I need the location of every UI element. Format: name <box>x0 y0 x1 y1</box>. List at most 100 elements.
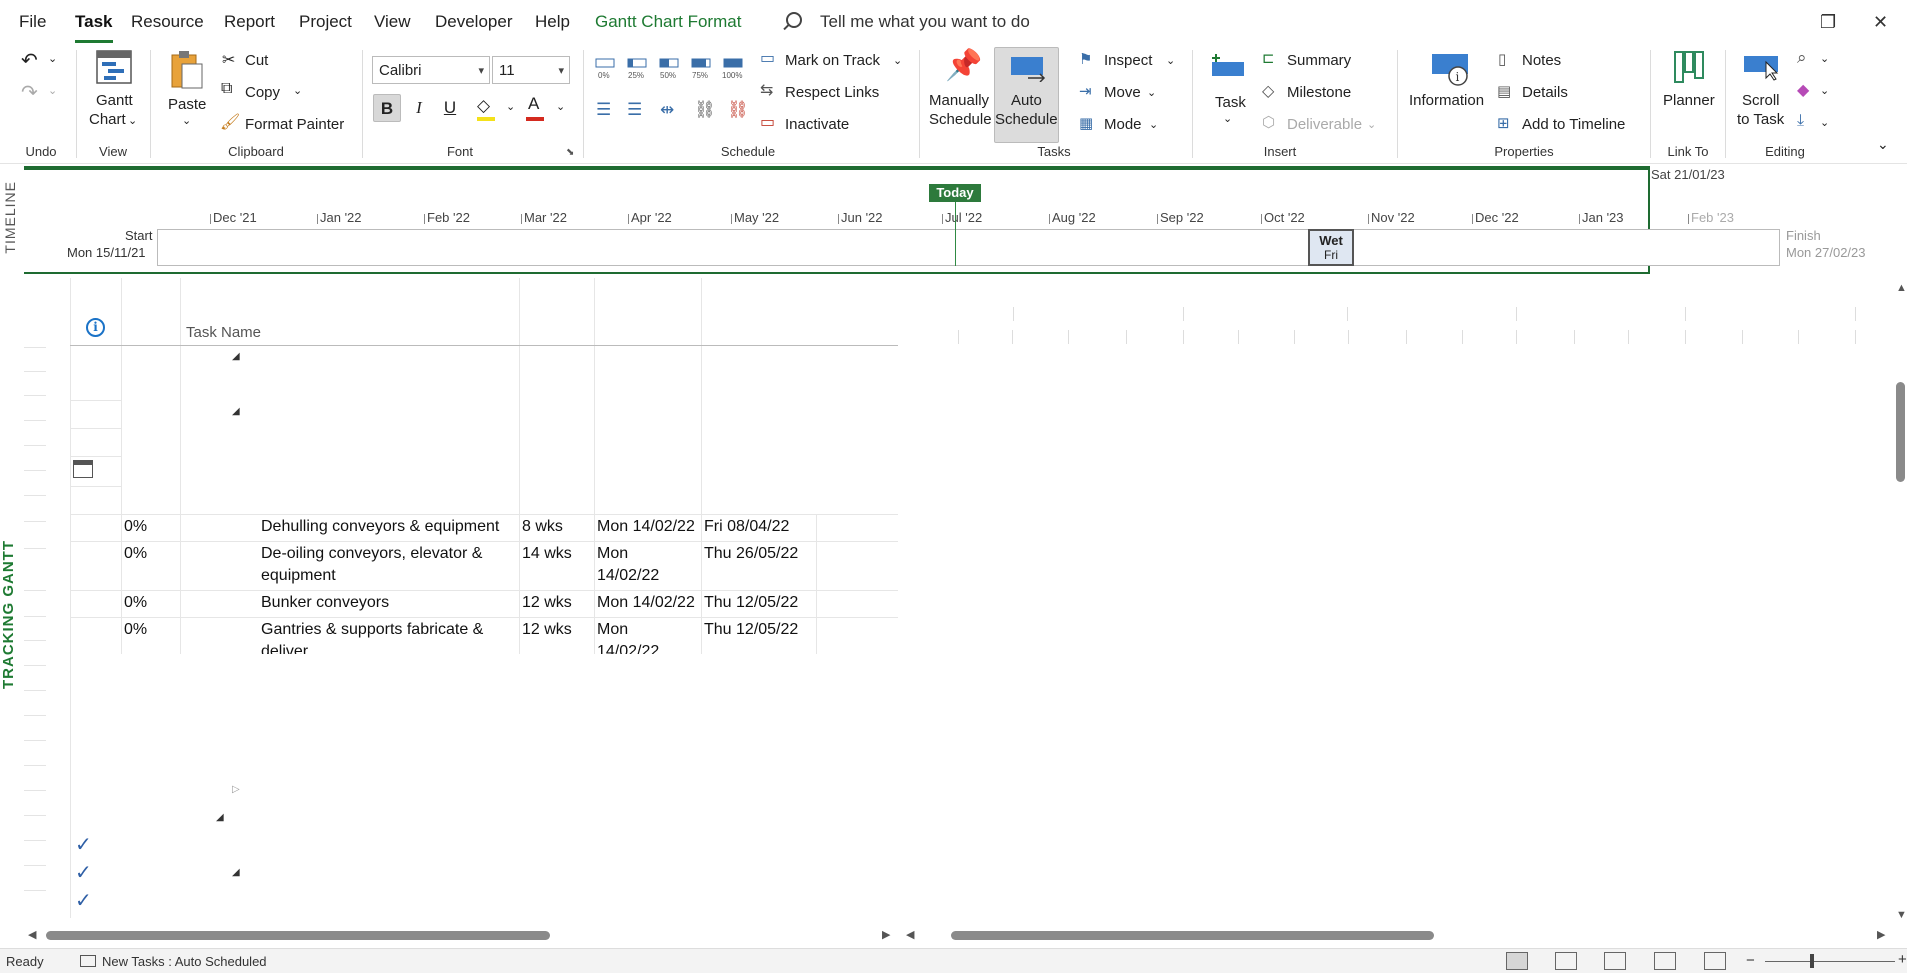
copy-dropdown-icon[interactable]: ⌄ <box>293 84 302 97</box>
chart-horizontal-scrollbar[interactable] <box>907 928 1877 942</box>
chart-scroll-thumb[interactable] <box>951 931 1434 940</box>
mark-on-track-dropdown-icon[interactable]: ⌄ <box>893 54 902 67</box>
copy-button[interactable]: Copy <box>245 84 280 101</box>
find-icon[interactable]: ⌕ <box>1797 48 1807 68</box>
information-button[interactable]: Information <box>1409 92 1484 109</box>
format-painter-button[interactable]: Format Painter <box>245 116 344 133</box>
mode-icon[interactable]: ▦ <box>1079 114 1093 132</box>
timeline-bar[interactable] <box>157 229 1780 266</box>
format-painter-icon[interactable]: 🖌 <box>220 112 240 132</box>
planner-button[interactable]: Planner <box>1663 92 1715 109</box>
tab-view[interactable]: View <box>374 12 411 32</box>
scroll-down-icon[interactable]: ▼ <box>1896 909 1907 921</box>
tab-gantt-chart-format[interactable]: Gantt Chart Format <box>595 12 741 32</box>
team-planner-view-icon[interactable] <box>1604 952 1626 970</box>
split-task-icon[interactable]: ⇹ <box>660 100 674 120</box>
tab-task[interactable]: Task <box>75 12 113 43</box>
paste-label[interactable]: Paste <box>168 96 206 113</box>
gantt-chart-dropdown-icon[interactable]: ⌄ <box>128 114 137 127</box>
mode-button[interactable]: Mode <box>1104 116 1142 133</box>
unlink-tasks-icon[interactable]: ⛓ <box>727 100 749 120</box>
bold-button[interactable]: B <box>373 94 401 122</box>
cut-button[interactable]: Cut <box>245 52 268 69</box>
move-button[interactable]: Move <box>1104 84 1141 101</box>
cut-icon[interactable]: ✂ <box>222 50 235 70</box>
paste-dropdown-icon[interactable]: ⌄ <box>182 114 191 127</box>
mark-on-track-button[interactable]: Mark on Track <box>785 52 880 69</box>
scroll-right-icon[interactable]: ▶ <box>882 928 890 941</box>
close-window-icon[interactable]: ✕ <box>1873 12 1888 33</box>
inactivate-icon[interactable]: ▭ <box>760 112 775 132</box>
summary-collapse-icon[interactable]: ◢ <box>232 867 240 878</box>
notes-icon[interactable]: ▯ <box>1498 50 1506 68</box>
fill-dropdown-icon[interactable]: ⌄ <box>1820 116 1829 129</box>
gantt-chart-label-1[interactable]: Gantt <box>96 92 133 109</box>
notes-button[interactable]: Notes <box>1522 52 1561 69</box>
highlight-dropdown-icon[interactable]: ⌄ <box>506 100 515 113</box>
table-row[interactable]: 0% Gantries & supports fabricate & deliv… <box>0 619 900 654</box>
resource-sheet-view-icon[interactable] <box>1654 952 1676 970</box>
fill-icon[interactable]: ⤓ <box>1797 112 1804 130</box>
milestone-button[interactable]: Milestone <box>1287 84 1351 101</box>
clear-icon[interactable]: ◆ <box>1797 80 1809 100</box>
tab-file[interactable]: File <box>19 12 46 32</box>
mark-on-track-icon[interactable]: ▭ <box>760 48 775 68</box>
zoom-slider-track[interactable] <box>1765 961 1895 962</box>
move-dropdown-icon[interactable]: ⌄ <box>1147 86 1156 99</box>
column-header-task-name[interactable]: Task Name <box>186 324 261 341</box>
link-tasks-icon[interactable]: ⛓ <box>694 100 716 120</box>
deliverable-button[interactable]: Deliverable <box>1287 116 1362 133</box>
vertical-scrollbar[interactable] <box>1893 282 1907 922</box>
tab-developer[interactable]: Developer <box>435 12 513 32</box>
task-usage-view-icon[interactable] <box>1555 952 1577 970</box>
mode-dropdown-icon[interactable]: ⌄ <box>1149 118 1158 131</box>
respect-links-button[interactable]: Respect Links <box>785 84 879 101</box>
task-dropdown-icon[interactable]: ⌄ <box>1223 112 1232 125</box>
milestone-icon[interactable]: ◇ <box>1262 81 1274 101</box>
vertical-scroll-thumb[interactable] <box>1896 382 1905 482</box>
zoom-slider-thumb[interactable] <box>1810 954 1814 968</box>
tab-report[interactable]: Report <box>224 12 275 32</box>
inspect-button[interactable]: Inspect <box>1104 52 1152 69</box>
undo-icon[interactable]: ↶ <box>21 48 38 73</box>
restore-window-icon[interactable]: ❐ <box>1820 12 1836 33</box>
zoom-out-icon[interactable]: − <box>1746 952 1755 969</box>
respect-links-icon[interactable]: ⇆ <box>760 80 773 100</box>
highlight-color-icon[interactable]: ◇ <box>477 96 490 116</box>
summary-button[interactable]: Summary <box>1287 52 1351 69</box>
deliverable-icon[interactable]: ⬡ <box>1262 113 1275 131</box>
redo-dropdown-icon[interactable]: ⌄ <box>48 84 57 97</box>
collapse-ribbon-icon[interactable]: ⌄ <box>1877 136 1889 153</box>
tab-help[interactable]: Help <box>535 12 570 32</box>
copy-icon[interactable]: ⧉ <box>221 80 232 98</box>
font-name-combo[interactable]: Calibri ▾ <box>372 56 490 84</box>
add-to-timeline-icon[interactable]: ⊞ <box>1497 114 1510 132</box>
report-view-icon[interactable] <box>1704 952 1726 970</box>
summary-collapse-icon[interactable]: ◢ <box>216 812 224 823</box>
summary-collapse-icon[interactable]: ◢ <box>232 406 240 417</box>
tab-project[interactable]: Project <box>299 12 352 32</box>
undo-dropdown-icon[interactable]: ⌄ <box>48 52 57 65</box>
gantt-chart-label-2[interactable]: Chart <box>89 111 126 128</box>
inspect-dropdown-icon[interactable]: ⌄ <box>1166 54 1175 67</box>
italic-button[interactable]: I <box>405 94 433 122</box>
sheet-scroll-thumb[interactable] <box>46 931 550 940</box>
font-size-combo[interactable]: 11 ▾ <box>492 56 570 84</box>
outdent-icon[interactable]: ☰ <box>596 100 611 120</box>
manually-schedule-label-1[interactable]: Manually <box>929 92 989 109</box>
gantt-view-icon[interactable] <box>1506 952 1528 970</box>
summary-expand-icon[interactable]: ▷ <box>232 784 240 795</box>
deliverable-dropdown-icon[interactable]: ⌄ <box>1367 118 1376 131</box>
details-button[interactable]: Details <box>1522 84 1568 101</box>
sheet-horizontal-scrollbar[interactable] <box>30 928 895 942</box>
move-icon[interactable]: ⇥ <box>1079 82 1092 100</box>
status-new-tasks-mode[interactable]: New Tasks : Auto Scheduled <box>102 954 267 969</box>
redo-icon[interactable]: ↷ <box>21 80 38 105</box>
task-button-label[interactable]: Task <box>1215 94 1246 111</box>
add-to-timeline-button[interactable]: Add to Timeline <box>1522 116 1625 133</box>
manually-schedule-label-2[interactable]: Schedule <box>929 111 992 128</box>
timeline-task-wet[interactable]: Wet Fri <box>1308 229 1354 266</box>
summary-collapse-icon[interactable]: ◢ <box>232 351 240 362</box>
zoom-in-icon[interactable]: + <box>1898 951 1907 968</box>
font-color-dropdown-icon[interactable]: ⌄ <box>556 100 565 113</box>
